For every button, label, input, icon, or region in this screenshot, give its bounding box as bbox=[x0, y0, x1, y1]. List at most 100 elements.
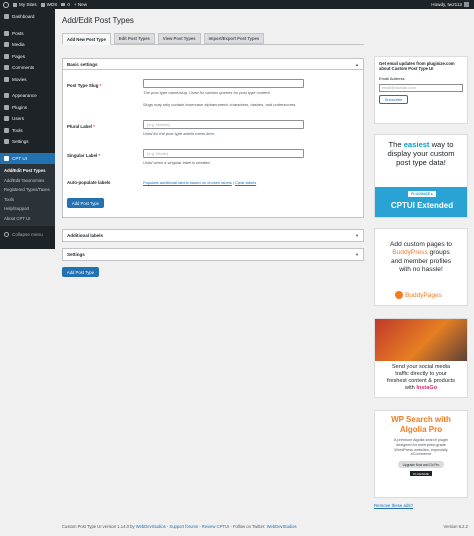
singular-description: Used when a singular label is needed. bbox=[143, 160, 211, 165]
menu-label: Tools bbox=[12, 127, 23, 133]
twitter-link[interactable]: WebDevStudios bbox=[267, 524, 297, 529]
submenu-add-edit-taxonomies[interactable]: Add/Edit Taxonomies bbox=[0, 176, 55, 186]
menu-item-plugins[interactable]: Plugins bbox=[0, 102, 55, 114]
menu-item-posts[interactable]: Posts bbox=[0, 28, 55, 40]
howdy-label: Howdy, tw2113 bbox=[431, 2, 462, 7]
email-input[interactable]: email@domain.com bbox=[379, 83, 463, 92]
add-post-type-button[interactable]: Add Post Type bbox=[67, 198, 104, 208]
ad-line: eCommerce bbox=[410, 452, 432, 457]
required-marker: * bbox=[93, 124, 95, 129]
cpt-ui-submenu: Add/Edit Post Types Add/Edit Taxonomies … bbox=[0, 164, 55, 226]
menu-item-settings[interactable]: Settings bbox=[0, 136, 55, 148]
menu-item-tools[interactable]: Tools bbox=[0, 125, 55, 137]
additional-labels-panel: Additional labels ▼ bbox=[62, 229, 364, 242]
ad-line: Send your social media bbox=[391, 364, 451, 370]
cptui-extended-ad[interactable]: The easiest way to display your custom p… bbox=[374, 134, 468, 218]
wp-version: Version 6.2.2 bbox=[443, 524, 468, 529]
submenu-help-support[interactable]: Help/Support bbox=[0, 204, 55, 214]
ad-line: Algolia Pro bbox=[399, 425, 443, 434]
submenu-registered-types[interactable]: Registered Types/Taxes bbox=[0, 185, 55, 195]
submenu-about[interactable]: About CPT UI bbox=[0, 214, 55, 224]
my-sites-label: My Sites bbox=[19, 2, 37, 7]
menu-label: Users bbox=[12, 116, 24, 122]
slug-label: Post Type Slug * bbox=[67, 83, 101, 88]
plural-input[interactable]: (e.g. Movies) bbox=[143, 120, 304, 129]
menu-item-cpt-ui[interactable]: CPT UI bbox=[0, 152, 55, 164]
ad-highlight: BuddyPress bbox=[392, 249, 428, 257]
tab-edit-post-types[interactable]: Edit Post Types bbox=[113, 33, 155, 44]
add-post-type-bottom-button[interactable]: Add Post Type bbox=[62, 267, 99, 277]
menu-item-users[interactable]: Users bbox=[0, 113, 55, 125]
plural-description: Used for the post type admin menu item. bbox=[143, 131, 216, 136]
admin-bar: My Sites WDS 0 + New Howdy, tw2113 bbox=[0, 0, 474, 9]
tab-view-post-types[interactable]: View Post Types bbox=[157, 33, 201, 44]
caret-down-icon: ▼ bbox=[355, 252, 359, 257]
menu-item-dashboard[interactable]: Dashboard bbox=[0, 11, 55, 23]
ad-line: post type data! bbox=[396, 158, 446, 167]
dashboard-icon bbox=[4, 14, 9, 20]
collapse-menu-button[interactable]: Collapse menu bbox=[0, 229, 55, 241]
placeholder: (e.g. Movies) bbox=[147, 122, 171, 127]
settings-header[interactable]: Settings ▼ bbox=[63, 249, 363, 260]
panel-title: Basic settings bbox=[67, 61, 98, 67]
tab-add-new-post-type[interactable]: Add New Post Type bbox=[62, 33, 111, 45]
support-forums-link[interactable]: Support forums bbox=[169, 524, 198, 529]
ad-line: with InstaGo bbox=[375, 385, 467, 392]
pluginize-badge: PLUGINIZE bbox=[410, 471, 432, 477]
basic-settings-header[interactable]: Basic settings ▲ bbox=[63, 59, 363, 70]
email-label: Email Address bbox=[379, 75, 405, 81]
menu-item-comments[interactable]: Comments bbox=[0, 62, 55, 74]
submenu-add-edit-post-types[interactable]: Add/Edit Post Types bbox=[0, 166, 55, 176]
clear-labels-link[interactable]: Clear labels bbox=[235, 180, 256, 185]
menu-label: Dashboard bbox=[12, 14, 35, 20]
comment-icon bbox=[4, 65, 9, 71]
menu-item-pages[interactable]: Pages bbox=[0, 51, 55, 63]
caret-down-icon: ▼ bbox=[355, 233, 359, 238]
caret-up-icon: ▲ bbox=[355, 61, 359, 67]
ad-highlight: easiest bbox=[403, 140, 430, 149]
panel-title: Additional labels bbox=[67, 233, 104, 238]
cpt-ui-icon bbox=[4, 155, 9, 161]
remove-ads-link[interactable]: Remove these ads? bbox=[374, 503, 413, 508]
upgrade-button[interactable]: Upgrade Now and Go Pro bbox=[398, 461, 444, 469]
instago-ad[interactable]: Send your social media traffic directly … bbox=[374, 318, 468, 398]
singular-input[interactable]: (e.g. Movie) bbox=[143, 149, 304, 158]
required-marker: * bbox=[99, 83, 102, 88]
settings-panel: Settings ▼ bbox=[62, 248, 364, 261]
instago-photo bbox=[375, 319, 467, 361]
plural-label: Plural Label * bbox=[67, 124, 95, 129]
review-link[interactable]: Review CPTUI bbox=[202, 524, 229, 529]
site-label: WDS bbox=[46, 2, 58, 7]
settings-icon bbox=[4, 139, 9, 145]
comments-link[interactable]: 0 bbox=[61, 0, 70, 9]
submenu-tools[interactable]: Tools bbox=[0, 195, 55, 205]
placeholder: email@domain.com bbox=[382, 85, 416, 90]
tab-import-export[interactable]: Import/Export Post Types bbox=[203, 33, 265, 44]
buddypages-ad[interactable]: Add custom pages to BuddyPress groups an… bbox=[374, 228, 468, 306]
webdevstudios-link[interactable]: WebDevStudios bbox=[136, 524, 166, 529]
media-icon bbox=[4, 42, 9, 48]
menu-item-movies[interactable]: Movies bbox=[0, 74, 55, 86]
subscribe-button[interactable]: Subscribe bbox=[379, 94, 408, 104]
populate-labels-link[interactable]: Populate additional labels based on chos… bbox=[143, 180, 232, 185]
ad-line: display your custom bbox=[387, 149, 455, 158]
ad-text: The bbox=[388, 140, 404, 149]
ad-line: freshest content & products bbox=[386, 378, 456, 384]
footer-text: - Follow on Twitter: bbox=[229, 524, 267, 529]
user-menu[interactable]: Howdy, tw2113 bbox=[431, 0, 469, 9]
my-sites-link[interactable]: My Sites bbox=[13, 0, 37, 9]
slug-input[interactable] bbox=[143, 79, 304, 88]
menu-label: Media bbox=[12, 42, 25, 48]
site-link[interactable]: WDS bbox=[40, 0, 58, 9]
additional-labels-header[interactable]: Additional labels ▼ bbox=[63, 230, 363, 241]
label-text: Singular Label bbox=[67, 153, 98, 158]
ad-line: BuddyPress groups bbox=[375, 249, 467, 257]
menu-item-appearance[interactable]: Appearance bbox=[0, 90, 55, 102]
algolia-pro-ad[interactable]: WP Search with Algolia Pro A premium Alg… bbox=[374, 410, 468, 498]
new-content-link[interactable]: + New bbox=[74, 0, 87, 9]
menu-item-media[interactable]: Media bbox=[0, 39, 55, 51]
pin-icon bbox=[4, 76, 9, 82]
menu-label: CPT UI bbox=[12, 155, 27, 161]
wordpress-logo-icon[interactable] bbox=[3, 1, 9, 8]
ad-brand: BuddyPages bbox=[405, 291, 442, 299]
